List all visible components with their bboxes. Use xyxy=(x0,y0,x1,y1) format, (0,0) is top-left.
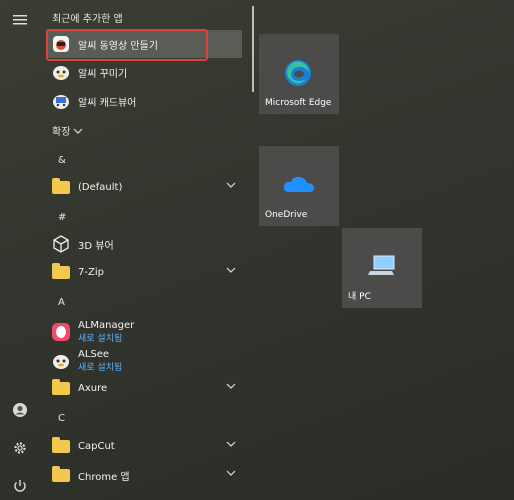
tile-onedrive[interactable]: OneDrive xyxy=(259,146,339,226)
rc-video-maker-icon xyxy=(50,33,72,55)
app-label: Axure xyxy=(78,382,108,394)
chevron-down-icon xyxy=(226,182,236,188)
edge-icon xyxy=(283,58,313,92)
folder-icon xyxy=(50,435,72,457)
rc-cad-viewer-icon xyxy=(50,90,72,112)
tile-label: OneDrive xyxy=(265,210,308,220)
cube-icon xyxy=(50,233,72,255)
app-item-default-folder[interactable]: (Default) xyxy=(46,175,246,199)
expand-button[interactable]: 확장 xyxy=(52,123,83,138)
folder-icon xyxy=(50,261,72,283)
expand-label: 확장 xyxy=(52,127,71,138)
app-label: 7-Zip xyxy=(78,266,104,278)
chevron-down-icon xyxy=(73,128,83,134)
chevron-down-icon xyxy=(226,470,236,476)
new-install-badge: 새로 설치됨 xyxy=(78,334,123,344)
start-rail xyxy=(0,0,40,500)
app-label: ALManager xyxy=(78,320,135,331)
tile-my-pc[interactable]: 내 PC xyxy=(342,228,422,308)
settings-gear-icon[interactable] xyxy=(8,436,32,460)
cloud-icon xyxy=(283,174,315,198)
chevron-down-icon xyxy=(226,267,236,273)
app-item-axure[interactable]: Axure xyxy=(46,376,246,400)
chevron-down-icon xyxy=(226,441,236,447)
alsee-icon xyxy=(50,350,72,372)
new-install-badge: 새로 설치됨 xyxy=(78,363,123,373)
app-item-almanager[interactable]: ALManager 새로 설치됨 xyxy=(46,318,246,346)
app-item-chrome-apps[interactable]: Chrome 앱 xyxy=(46,463,246,487)
folder-icon xyxy=(50,464,72,486)
app-label: 알씨 동영상 만들기 xyxy=(78,40,158,52)
app-label: 3D 뷰어 xyxy=(78,240,114,252)
tile-microsoft-edge[interactable]: Microsoft Edge xyxy=(259,34,339,114)
chevron-down-icon xyxy=(226,383,236,389)
power-icon[interactable] xyxy=(8,474,32,498)
app-item-alsee[interactable]: ALSee 새로 설치됨 xyxy=(46,347,246,375)
app-item-7zip[interactable]: 7-Zip xyxy=(46,260,246,284)
hamburger-menu-icon[interactable] xyxy=(8,8,32,32)
group-header-a[interactable]: A xyxy=(58,297,65,308)
group-header-hash[interactable]: # xyxy=(58,212,66,223)
scrollbar[interactable] xyxy=(252,6,254,92)
app-item-3d-viewer[interactable]: 3D 뷰어 xyxy=(46,232,246,256)
recent-apps-header: 최근에 추가한 앱 xyxy=(52,14,123,25)
computer-monitor-icon xyxy=(368,254,396,282)
tile-label: Microsoft Edge xyxy=(265,98,332,108)
app-label: Chrome 앱 xyxy=(78,471,130,483)
group-header-c[interactable]: C xyxy=(58,413,65,424)
app-label: 알씨 꾸미기 xyxy=(78,68,128,80)
app-item-rc-cad-viewer[interactable]: 알씨 캐드뷰어 xyxy=(46,89,246,113)
app-item-rc-video-maker[interactable]: 알씨 동영상 만들기 xyxy=(46,32,246,56)
rc-decorate-icon xyxy=(50,61,72,83)
app-item-capcut[interactable]: CapCut xyxy=(46,434,246,458)
folder-icon xyxy=(50,176,72,198)
app-label: (Default) xyxy=(78,181,123,193)
app-label: CapCut xyxy=(78,440,115,452)
group-header-amp[interactable]: & xyxy=(58,155,66,166)
user-account-icon[interactable] xyxy=(8,398,32,422)
app-item-rc-decorate[interactable]: 알씨 꾸미기 xyxy=(46,60,246,84)
app-label: 알씨 캐드뷰어 xyxy=(78,97,137,109)
app-list[interactable]: 최근에 추가한 앱 알씨 동영상 만들기 알씨 꾸미기 알씨 캐드뷰어 확장 &… xyxy=(40,0,252,500)
tile-label: 내 PC xyxy=(348,292,371,302)
app-label: ALSee xyxy=(78,349,110,360)
almanager-icon xyxy=(50,321,72,343)
folder-icon xyxy=(50,377,72,399)
